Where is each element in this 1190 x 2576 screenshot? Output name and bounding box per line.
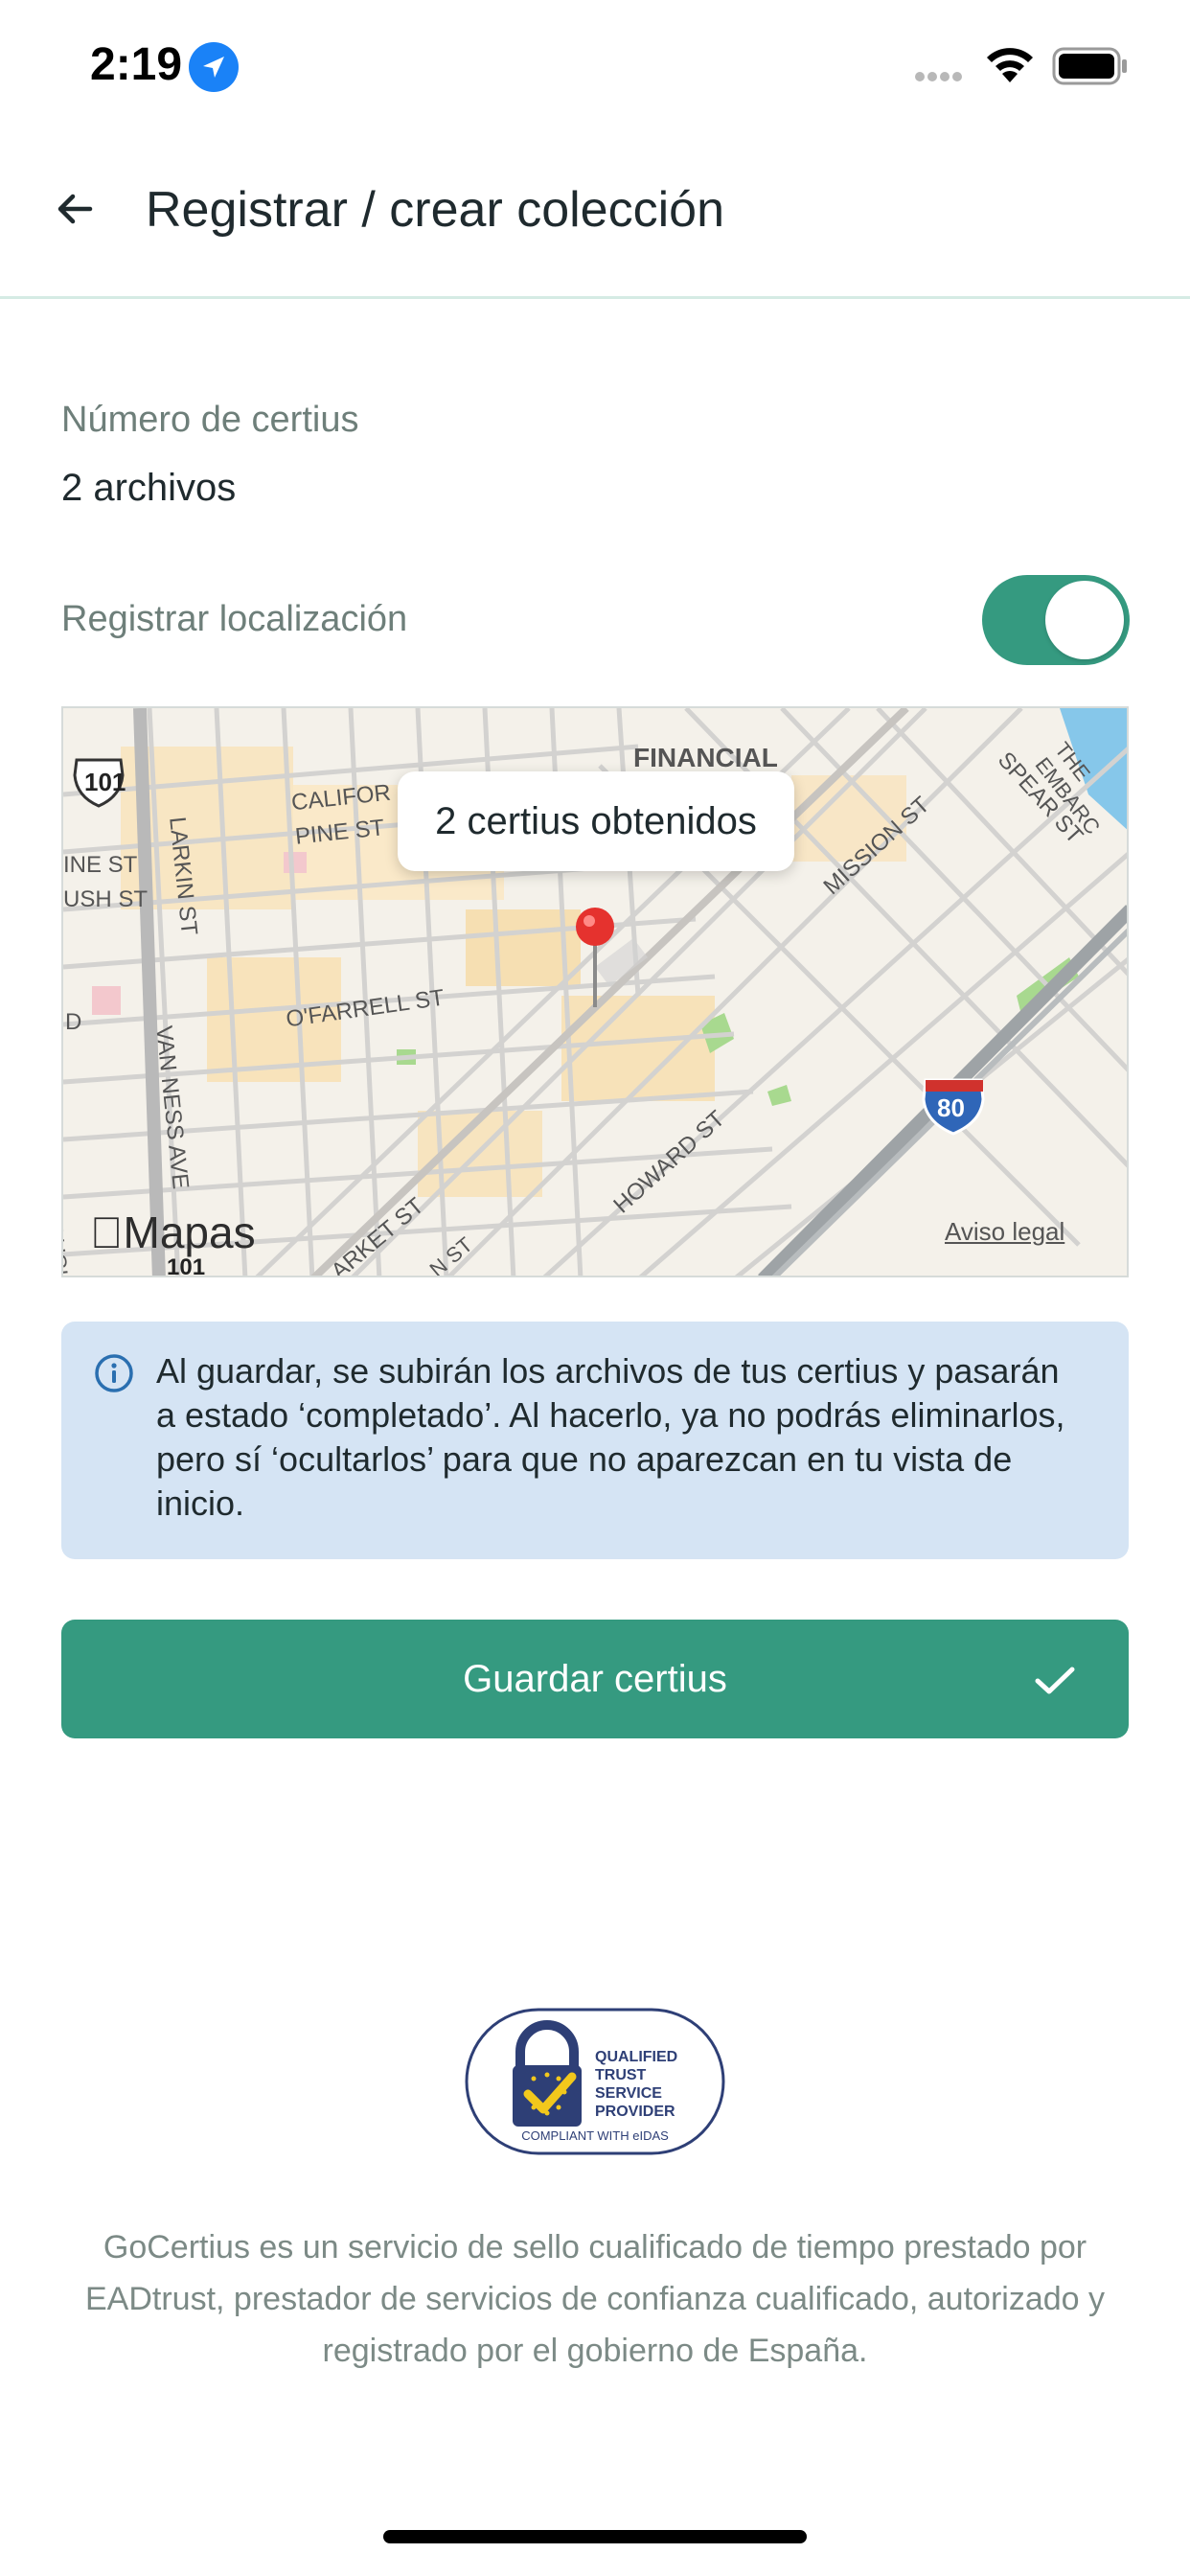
- info-icon: [94, 1353, 134, 1398]
- back-arrow-icon[interactable]: [54, 188, 96, 235]
- footer-disclaimer: GoCertius es un servicio de sello cualif…: [85, 2229, 1105, 2369]
- toggle-knob: [1045, 581, 1124, 659]
- seal-line-4: PROVIDER: [595, 2104, 675, 2120]
- certius-count-label: Número de certius: [61, 400, 359, 440]
- certius-count-value: 2 archivos: [61, 467, 237, 509]
- street-label: FINANCIAL: [633, 743, 778, 772]
- street-label: INE ST: [63, 852, 138, 878]
- seal-line-2: TRUST: [595, 2067, 647, 2083]
- save-button-label: Guardar certius: [463, 1658, 727, 1700]
- seal-compliance: COMPLIANT WITH eIDAS: [521, 2128, 669, 2143]
- map-callout[interactable]: 2 certius obtenidos: [398, 771, 794, 871]
- status-time: 2:19: [90, 39, 183, 90]
- street-label: D: [65, 1009, 82, 1035]
- map-provider-label: Mapas: [90, 1208, 256, 1257]
- seal-line-1: QUALIFIED: [595, 2049, 677, 2065]
- location-toggle-label: Registrar localización: [61, 599, 408, 639]
- trust-service-seal: QUALIFIED TRUST SERVICE PROVIDER COMPLIA…: [465, 2008, 725, 2160]
- location-toggle[interactable]: [982, 575, 1130, 665]
- apple-logo-icon: : [90, 1208, 124, 1257]
- map-provider-logo: Mapas: [90, 1206, 256, 1259]
- cellular-signal-icon: [915, 69, 965, 86]
- wifi-icon: [982, 42, 1038, 89]
- checkmark-icon: [1034, 1666, 1076, 1699]
- home-indicator[interactable]: [383, 2530, 807, 2543]
- info-message: Al guardar, se subirán los archivos de t…: [156, 1351, 1065, 1523]
- seal-line-3: SERVICE: [595, 2085, 662, 2102]
- street-label: 101: [84, 768, 126, 796]
- header-divider: [0, 296, 1190, 299]
- page-title: Registrar / crear colección: [146, 182, 724, 238]
- street-label: USH ST: [63, 886, 149, 912]
- location-arrow-icon: [189, 42, 239, 92]
- save-certius-button[interactable]: Guardar certius: [61, 1620, 1129, 1738]
- map-legal-link[interactable]: Aviso legal: [945, 1217, 1064, 1247]
- battery-icon: [1052, 47, 1129, 90]
- highway-shield-label: 80: [937, 1093, 965, 1122]
